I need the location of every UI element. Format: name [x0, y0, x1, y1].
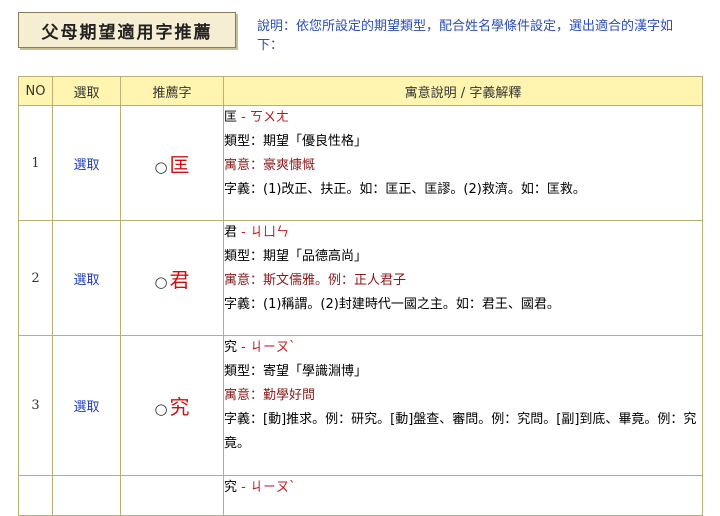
column-header-select: 選取: [52, 76, 121, 106]
definition-text: 字義：[動]推求。例：研究。[動]盤查、審問。例：究問。[副]到底、畢竟。例：究…: [224, 412, 697, 451]
row-number: 2: [18, 220, 53, 336]
char-radio-icon[interactable]: ○: [154, 400, 167, 418]
column-header-meaning: 寓意說明 / 字義解釋: [223, 76, 703, 106]
page-title-text: 父母期望適用字推薦: [41, 22, 213, 43]
char-heading: 君: [224, 225, 238, 240]
char-heading: 匡: [224, 110, 238, 125]
select-link[interactable]: 選取: [73, 273, 99, 288]
type-text: 類型：期望「優良性格」: [224, 134, 368, 149]
zhuyin-text: - ㄐㄧㄡˋ: [237, 480, 296, 495]
recommendation-table: NO 選取 推薦字 寓意說明 / 字義解釋 1 選取 ○ 匡 匡 - ㄎㄨㄤ 類型…: [18, 76, 703, 516]
recommended-char: 究: [169, 395, 190, 419]
recommended-char: 君: [169, 267, 190, 292]
meaning-text: 寓意：勤學好問: [224, 388, 316, 403]
page-title: 父母期望適用字推薦: [18, 12, 236, 48]
char-radio-icon[interactable]: ○: [154, 273, 167, 291]
char-radio-icon[interactable]: ○: [154, 158, 167, 176]
table-header-row: NO 選取 推薦字 寓意說明 / 字義解釋: [18, 76, 703, 106]
type-text: 類型：寄望「學識淵博」: [224, 364, 368, 379]
zhuyin-text: - ㄐㄩㄣ: [237, 225, 289, 240]
char-heading: 究: [224, 480, 238, 495]
char-heading: 究: [224, 340, 238, 355]
row-number: 1: [18, 105, 53, 221]
column-header-char: 推薦字: [120, 76, 224, 106]
meaning-text: 寓意：豪爽慷慨: [224, 158, 316, 173]
definition-text: 字義：(1)改正、扶正。如：匡正、匡謬。(2)救濟。如：匡救。: [224, 182, 586, 197]
definition-text: 字義：(1)稱謂。(2)封建時代一國之主。如：君王、國君。: [224, 297, 560, 312]
zhuyin-text: - ㄐㄧㄡˋ: [237, 340, 296, 355]
meaning-text: 寓意：斯文儒雅。例：正人君子: [224, 273, 407, 288]
type-text: 類型：期望「品德高尚」: [224, 249, 368, 264]
recommended-char: 匡: [169, 152, 190, 177]
description-text: 說明：依您所設定的期望類型，配合姓名學條件設定，選出適合的漢字如下：: [257, 19, 674, 53]
table-row: 3 選取 ○ 究 究 - ㄐㄧㄡˋ 類型：寄望「學識淵博」 寓意：勤學好問 字義：…: [18, 335, 703, 476]
select-link[interactable]: 選取: [73, 158, 99, 173]
select-link[interactable]: 選取: [73, 400, 99, 415]
zhuyin-text: - ㄎㄨㄤ: [237, 110, 289, 125]
column-header-no: NO: [18, 76, 53, 106]
table-row: 1 選取 ○ 匡 匡 - ㄎㄨㄤ 類型：期望「優良性格」 寓意：豪爽慷慨 字義：(…: [18, 105, 703, 221]
table-row: 2 選取 ○ 君 君 - ㄐㄩㄣ 類型：期望「品德高尚」 寓意：斯文儒雅。例：正人…: [18, 220, 703, 336]
row-number: 3: [18, 335, 53, 476]
